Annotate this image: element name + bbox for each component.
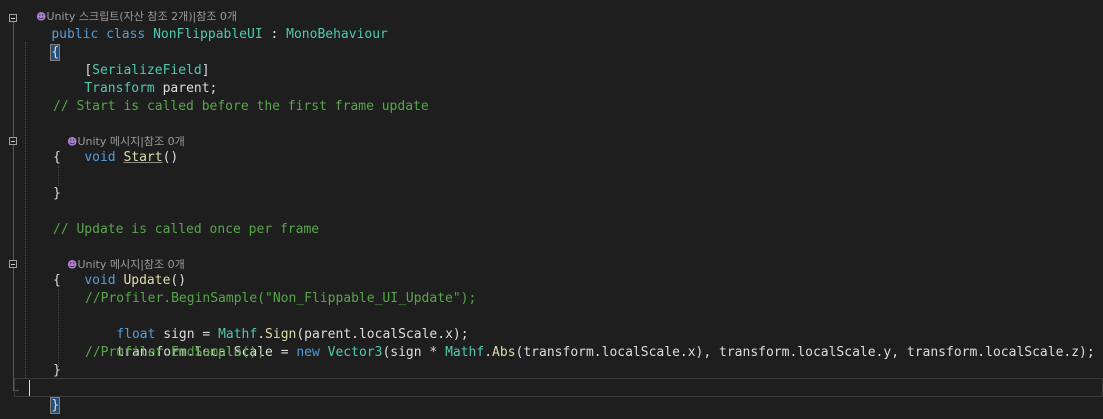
fold-collapse-icon[interactable]	[9, 14, 17, 22]
code-editor[interactable]: ☻Unity 스크립트(자산 참조 2개)|참조 0개 public class…	[0, 0, 1103, 419]
code-line-attribute[interactable]: [SerializeField]	[53, 44, 209, 78]
code-line-profiler-end[interactable]: //Profiler.EndSample();	[85, 344, 265, 362]
current-line-highlight	[14, 378, 1103, 397]
code-line-class-declaration[interactable]: public class NonFlippableUI : MonoBehavi…	[20, 8, 388, 42]
indent-guide	[25, 42, 26, 378]
code-line-start-open[interactable]: {	[53, 149, 61, 167]
fold-collapse-icon[interactable]	[9, 260, 17, 268]
code-line-transform-scale[interactable]: transform.localScale = new Vector3(sign …	[85, 326, 1094, 360]
code-line-comment-update[interactable]: // Update is called once per frame	[53, 221, 319, 239]
code-line-field[interactable]: Transform parent;	[53, 62, 217, 96]
code-line-start-signature[interactable]: void Start()	[53, 131, 178, 165]
code-line-float-sign[interactable]: float sign = Mathf.Sign(parent.localScal…	[85, 308, 468, 342]
code-line-update-close[interactable]: }	[53, 362, 61, 380]
code-line-comment-start[interactable]: // Start is called before the first fram…	[53, 98, 429, 116]
code-line-class-open[interactable]: {	[20, 26, 61, 61]
text-cursor	[29, 380, 30, 396]
code-line-update-signature[interactable]: void Update()	[53, 254, 186, 288]
fold-collapse-icon[interactable]	[9, 137, 17, 145]
code-line-start-close[interactable]: }	[53, 185, 61, 203]
codelens-class[interactable]: ☻Unity 스크립트(자산 참조 2개)|참조 0개	[22, 0, 237, 23]
code-line-class-close[interactable]: }	[20, 379, 61, 414]
matched-brace: }	[50, 397, 61, 414]
fold-outline	[13, 22, 14, 390]
code-line-update-open[interactable]: {	[53, 272, 61, 290]
code-line-profiler-begin[interactable]: //Profiler.BeginSample("Non_Flippable_UI…	[85, 290, 476, 308]
